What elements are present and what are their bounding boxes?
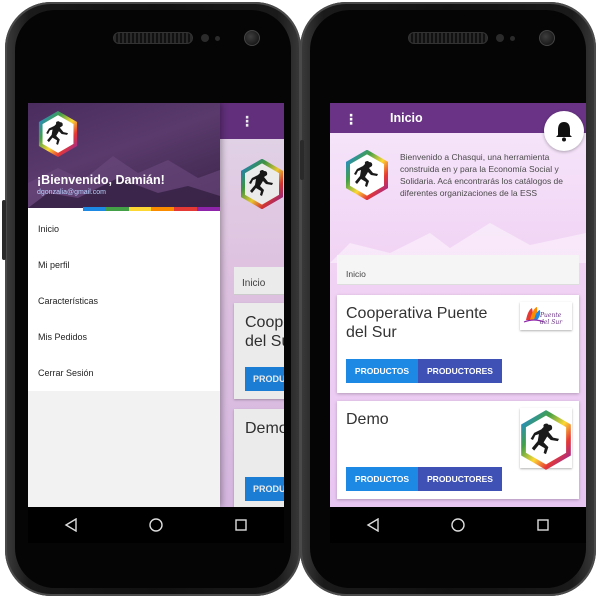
organization-card[interactable]: Cooperativa Puente del Sur Puente del Su… bbox=[337, 295, 579, 393]
back-icon[interactable] bbox=[51, 510, 91, 540]
back-icon[interactable] bbox=[353, 510, 393, 540]
home-icon[interactable] bbox=[438, 510, 478, 540]
drawer-header: ¡Bienvenido, Damián! dgonzalia@gmail.com bbox=[28, 103, 220, 208]
products-button[interactable]: PRODUCTOS bbox=[346, 359, 418, 383]
light-sensor bbox=[215, 36, 220, 41]
organization-logo-text: Puente del Sur bbox=[540, 312, 563, 326]
organization-card[interactable]: Demo PRODUCTOS PRODUCTORES bbox=[337, 401, 579, 499]
drawer-menu: Inicio Mi perfil Características Mis Ped… bbox=[28, 211, 220, 391]
breadcrumb: Inicio bbox=[337, 255, 579, 285]
system-nav-bar bbox=[330, 507, 586, 543]
card-title: Demo bbox=[346, 411, 389, 428]
drawer-item-inicio[interactable]: Inicio bbox=[28, 211, 220, 247]
chasqui-logo-icon bbox=[346, 150, 388, 200]
page-title: Inicio bbox=[390, 111, 423, 125]
organization-logo: Puente del Sur bbox=[520, 302, 572, 330]
proximity-sensor bbox=[201, 34, 209, 42]
welcome-text: Bienvenido a Chasqui, una herramienta co… bbox=[400, 152, 564, 198]
navigation-drawer: ¡Bienvenido, Damián! dgonzalia@gmail.com… bbox=[28, 103, 220, 507]
drawer-scrim[interactable] bbox=[220, 103, 284, 507]
light-sensor bbox=[510, 36, 515, 41]
volume-button bbox=[300, 140, 304, 180]
producers-button[interactable]: PRODUCTORES bbox=[418, 467, 502, 491]
recents-icon[interactable] bbox=[221, 510, 261, 540]
welcome-message: ¡Bienvenido, Damián! bbox=[37, 173, 165, 187]
products-button[interactable]: PRODUCTOS bbox=[346, 467, 418, 491]
producers-button[interactable]: PRODUCTORES bbox=[418, 359, 502, 383]
overflow-menu-icon[interactable]: ⋮ bbox=[344, 111, 358, 128]
drawer-empty-area bbox=[28, 391, 220, 507]
drawer-item-mis-pedidos[interactable]: Mis Pedidos bbox=[28, 319, 220, 355]
drawer-item-caracteristicas[interactable]: Características bbox=[28, 283, 220, 319]
card-title: Cooperativa Puente del Sur bbox=[346, 305, 488, 341]
earpiece-speaker bbox=[113, 32, 193, 44]
user-email: dgonzalia@gmail.com bbox=[37, 189, 106, 196]
chasqui-logo-icon bbox=[38, 111, 78, 157]
bell-icon[interactable] bbox=[544, 111, 584, 151]
right-screen: ⋮ Inicio Bienvenido a Chasqui, una herra… bbox=[330, 103, 586, 507]
organization-logo bbox=[520, 408, 572, 470]
left-screen: ⋮ Inicio Coope del Su PRODUC Demo PRODUC bbox=[28, 103, 284, 507]
earpiece-speaker bbox=[408, 32, 488, 44]
proximity-sensor bbox=[496, 34, 504, 42]
recents-icon[interactable] bbox=[523, 510, 563, 540]
front-camera bbox=[539, 30, 555, 46]
drawer-item-cerrar-sesion[interactable]: Cerrar Sesión bbox=[28, 355, 220, 391]
mountain-background bbox=[330, 223, 586, 263]
volume-button bbox=[2, 200, 6, 260]
drawer-item-mi-perfil[interactable]: Mi perfil bbox=[28, 247, 220, 283]
system-nav-bar bbox=[28, 507, 284, 543]
front-camera bbox=[244, 30, 260, 46]
home-icon[interactable] bbox=[136, 510, 176, 540]
